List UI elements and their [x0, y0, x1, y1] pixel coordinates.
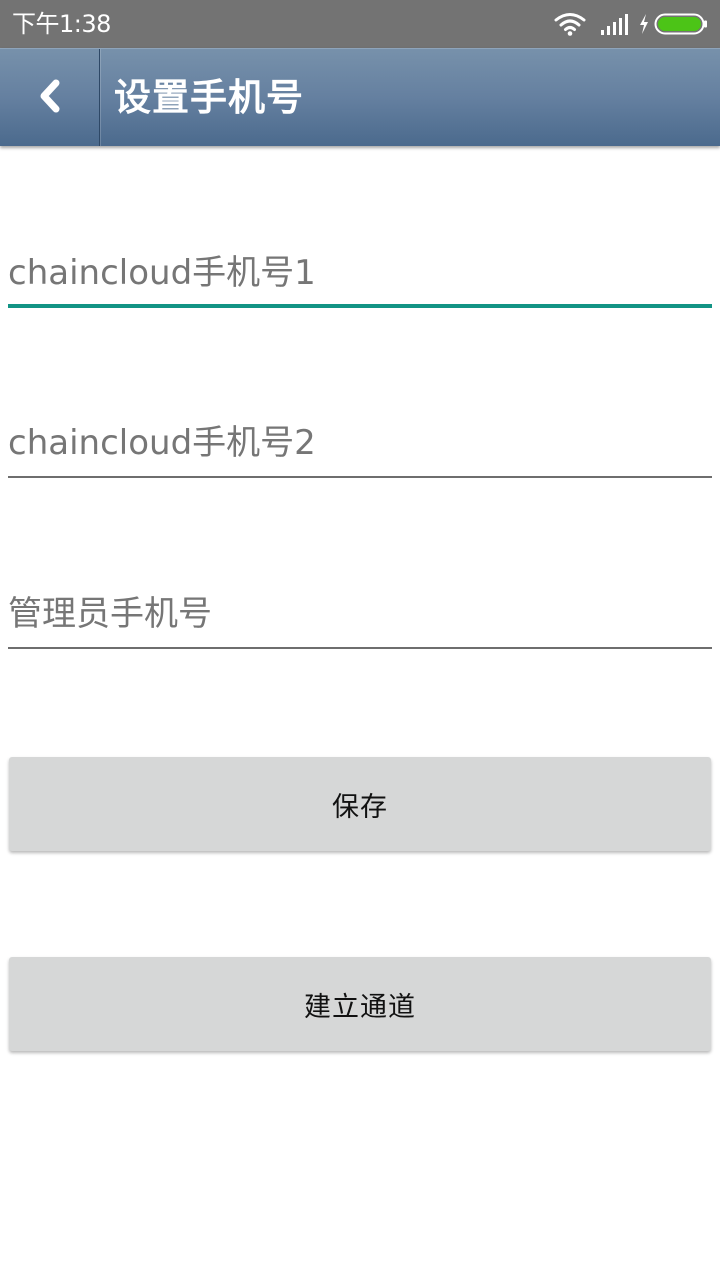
chaincloud-phone-2-input[interactable] [8, 414, 712, 472]
save-button-label: 保存 [332, 791, 388, 823]
save-button[interactable]: 保存 [9, 757, 711, 851]
wifi-icon [554, 12, 586, 36]
build-channel-button[interactable]: 建立通道 [9, 957, 711, 1051]
page-title: 设置手机号 [114, 76, 304, 119]
status-icons [554, 10, 708, 38]
status-bar: 下午1:38 [0, 0, 720, 48]
signal-icon [600, 13, 630, 35]
chaincloud-phone-1-field [8, 244, 712, 308]
chaincloud-phone-2-field [8, 414, 712, 478]
chaincloud-phone-1-input[interactable] [8, 244, 712, 302]
admin-phone-input[interactable] [8, 585, 712, 643]
build-channel-button-label: 建立通道 [304, 991, 416, 1023]
back-button[interactable] [0, 49, 99, 146]
app-bar: 设置手机号 [0, 48, 720, 146]
app-bar-divider [99, 49, 100, 146]
charging-icon [638, 13, 650, 35]
chevron-left-icon [35, 76, 65, 120]
status-time: 下午1:38 [12, 10, 111, 38]
battery-icon [654, 12, 708, 36]
admin-phone-field [8, 585, 712, 649]
